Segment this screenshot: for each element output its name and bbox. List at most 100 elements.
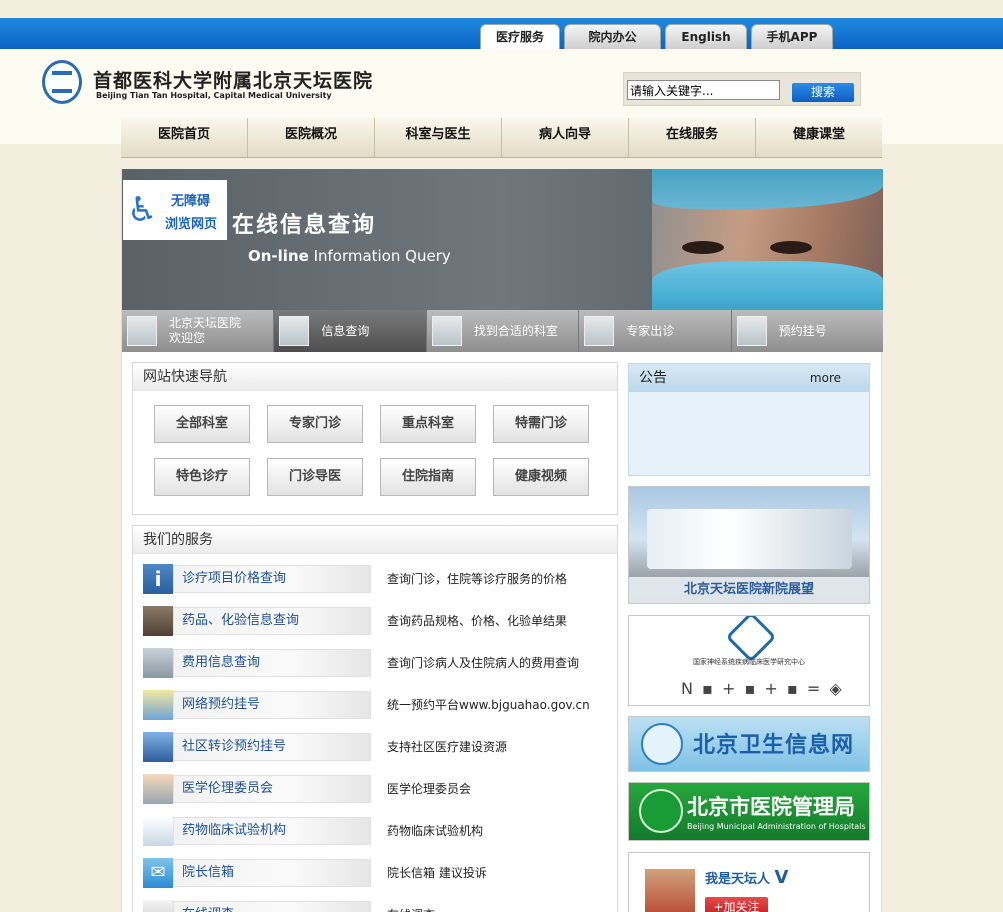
- services-panel: 我们的服务 i 诊疗项目价格查询 查询门诊，住院等诊疗服务的价格 药品、化验信息…: [132, 525, 618, 912]
- weibo-avatar[interactable]: [645, 869, 695, 912]
- banner-subtitle-rest: Information Query: [308, 247, 451, 265]
- hospital-admin-banner[interactable]: 北京市医院管理局 Beijing Municipal Administratio…: [628, 782, 870, 841]
- mail-icon: ✉: [143, 858, 173, 888]
- service-item-label[interactable]: 医学伦理委员会: [173, 775, 371, 803]
- research-center-logo-row-icon: N ▪ + ▪ + ▪ = ◈: [681, 679, 844, 698]
- quick-nav-key-departments[interactable]: 重点科室: [380, 405, 476, 443]
- weibo-name[interactable]: 我是天坛人 V: [705, 867, 788, 888]
- health-info-title: 北京卫生信息网: [693, 733, 855, 758]
- nav-health-class[interactable]: 健康课堂: [755, 118, 882, 157]
- weibo-verified-icon: V: [774, 867, 789, 888]
- research-center-banner[interactable]: 国家神经系统疾病临床医学研究中心 N ▪ + ▪ + ▪ = ◈: [628, 615, 870, 706]
- hospital-admin-title-en: Beijing Municipal Administration of Hosp…: [687, 822, 866, 831]
- service-item-label[interactable]: 药品、化验信息查询: [173, 607, 371, 635]
- service-item-label[interactable]: 诊疗项目价格查询: [173, 565, 371, 593]
- service-item[interactable]: 药品、化验信息查询 查询药品规格、价格、化验单结果: [143, 606, 613, 636]
- search-button[interactable]: 搜索: [792, 83, 854, 102]
- nav-departments-doctors[interactable]: 科室与医生: [374, 118, 501, 157]
- health-seal-icon: [641, 723, 683, 765]
- notice-panel: 公告 more: [628, 363, 870, 476]
- nurse-icon: [279, 316, 310, 346]
- notice-title: 公告: [639, 370, 667, 386]
- quick-nav-inpatient-guide[interactable]: 住院指南: [380, 458, 476, 496]
- top-tab-english[interactable]: English: [665, 24, 747, 49]
- service-item-desc: 院长信箱 建议投诉: [387, 866, 487, 880]
- weibo-follow-button[interactable]: +加关注: [705, 897, 768, 912]
- quick-nav-special-clinic[interactable]: 特需门诊: [493, 405, 589, 443]
- weibo-name-text: 我是天坛人: [705, 872, 771, 887]
- quick-nav-featured-treatment[interactable]: 特色诊疗: [154, 458, 250, 496]
- quick-nav-all-departments[interactable]: 全部科室: [154, 405, 250, 443]
- accessibility-line2: 浏览网页: [165, 217, 218, 232]
- top-tab-office[interactable]: 院内办公: [564, 24, 661, 49]
- service-item-label[interactable]: 社区转诊预约挂号: [173, 733, 371, 761]
- research-center-logo-icon: [725, 616, 777, 663]
- service-item-label[interactable]: 在线调查: [173, 901, 371, 912]
- banner-photo-eye-right: [770, 241, 812, 254]
- service-item[interactable]: ✉ 院长信箱 院长信箱 建议投诉: [143, 858, 613, 888]
- banner-subtitle: On-line Information Query: [248, 247, 451, 265]
- weibo-panel: 我是天坛人 V +加关注: [628, 852, 870, 912]
- notice-more-link[interactable]: more: [810, 364, 841, 392]
- service-item-desc: 统一预约平台www.bjguahao.gov.cn: [387, 698, 590, 712]
- hospital-name[interactable]: 首都医科大学附属北京天坛医院: [93, 66, 373, 93]
- hospital-logo-icon[interactable]: [42, 60, 82, 104]
- service-item[interactable]: 费用信息查询 查询门诊病人及住院病人的费用查询: [143, 648, 613, 678]
- info-icon: i: [143, 564, 173, 594]
- top-tab-mobile-app[interactable]: 手机APP: [751, 24, 833, 49]
- service-item-label[interactable]: 药物临床试验机构: [173, 817, 371, 845]
- quick-nav-health-video[interactable]: 健康视频: [493, 458, 589, 496]
- service-item[interactable]: 在线调查 在线调查: [143, 900, 613, 912]
- new-hospital-caption: 北京天坛医院新院展望: [629, 577, 869, 603]
- hospital-name-en: Beijing Tian Tan Hospital, Capital Medic…: [96, 91, 332, 100]
- nav-home[interactable]: 医院首页: [121, 118, 247, 157]
- service-item-desc: 查询药品规格、价格、化验单结果: [387, 614, 568, 628]
- service-item-desc: 医学伦理委员会: [387, 782, 472, 796]
- pharmacy-icon: [143, 606, 173, 636]
- health-info-banner[interactable]: 北京卫生信息网: [628, 716, 870, 772]
- search-input[interactable]: [627, 80, 780, 100]
- nav-patient-guide[interactable]: 病人向导: [501, 118, 628, 157]
- banner: 在线信息查询 On-line Information Query ♿ 无障碍 浏…: [122, 169, 883, 310]
- service-item-label[interactable]: 网络预约挂号: [173, 691, 371, 719]
- service-item-label[interactable]: 院长信箱: [173, 859, 371, 887]
- wheelchair-icon: ♿: [127, 190, 158, 230]
- service-item-desc: 在线调查: [387, 900, 435, 912]
- service-item-label[interactable]: 费用信息查询: [173, 649, 371, 677]
- sub-tab-expert-schedule[interactable]: 专家出诊: [579, 310, 732, 352]
- admin-seal-icon: [639, 789, 683, 833]
- service-item[interactable]: i 诊疗项目价格查询 查询门诊，住院等诊疗服务的价格: [143, 564, 613, 594]
- survey-icon: [143, 900, 173, 912]
- sub-tab-find-department[interactable]: 找到合适的科室: [427, 310, 580, 352]
- quick-nav-outpatient-guide[interactable]: 门诊导医: [267, 458, 363, 496]
- research-center-name: 国家神经系统疾病临床医学研究中心: [693, 658, 805, 666]
- main-nav: 医院首页 医院概况 科室与医生 病人向导 在线服务 健康课堂: [121, 118, 882, 158]
- top-tab-medical-service[interactable]: 医疗服务: [480, 24, 560, 49]
- accessibility-button[interactable]: ♿ 无障碍 浏览网页: [123, 180, 227, 240]
- sub-tab-appointment[interactable]: 预约挂号: [732, 310, 883, 352]
- quick-nav-title: 网站快速导航: [133, 363, 617, 391]
- new-hospital-banner[interactable]: 北京天坛医院新院展望: [628, 486, 870, 604]
- nav-overview[interactable]: 医院概况: [247, 118, 374, 157]
- service-item-desc: 药物临床试验机构: [387, 824, 484, 838]
- quick-nav-expert-clinic[interactable]: 专家门诊: [267, 405, 363, 443]
- service-item-desc: 查询门诊，住院等诊疗服务的价格: [387, 572, 568, 586]
- services-title: 我们的服务: [133, 526, 617, 554]
- sub-tab-label: 预约挂号: [778, 323, 827, 338]
- service-item[interactable]: 药物临床试验机构 药物临床试验机构: [143, 816, 613, 846]
- banner-subtitle-bold: On-line: [248, 247, 309, 265]
- sub-tab-label: 找到合适的科室: [473, 323, 558, 338]
- service-item[interactable]: 社区转诊预约挂号 支持社区医疗建设资源: [143, 732, 613, 762]
- community-icon: [143, 732, 173, 762]
- banner-photo-eye-left: [682, 241, 724, 254]
- quick-nav-panel: 网站快速导航 全部科室 专家门诊 重点科室 特需门诊 特色诊疗 门诊导医 住院指…: [132, 362, 618, 515]
- sub-tab-welcome[interactable]: 北京天坛医院 欢迎您: [122, 310, 275, 352]
- lab-chart-icon: [143, 816, 173, 846]
- service-item[interactable]: 医学伦理委员会 医学伦理委员会: [143, 774, 613, 804]
- service-item[interactable]: 网络预约挂号 统一预约平台www.bjguahao.gov.cn: [143, 690, 613, 720]
- building-icon: [143, 648, 173, 678]
- accessibility-line1: 无障碍: [171, 194, 211, 209]
- banner-photo-mask: [652, 261, 883, 310]
- sub-tab-info-query[interactable]: 信息查询: [274, 310, 427, 352]
- nav-online-service[interactable]: 在线服务: [628, 118, 755, 157]
